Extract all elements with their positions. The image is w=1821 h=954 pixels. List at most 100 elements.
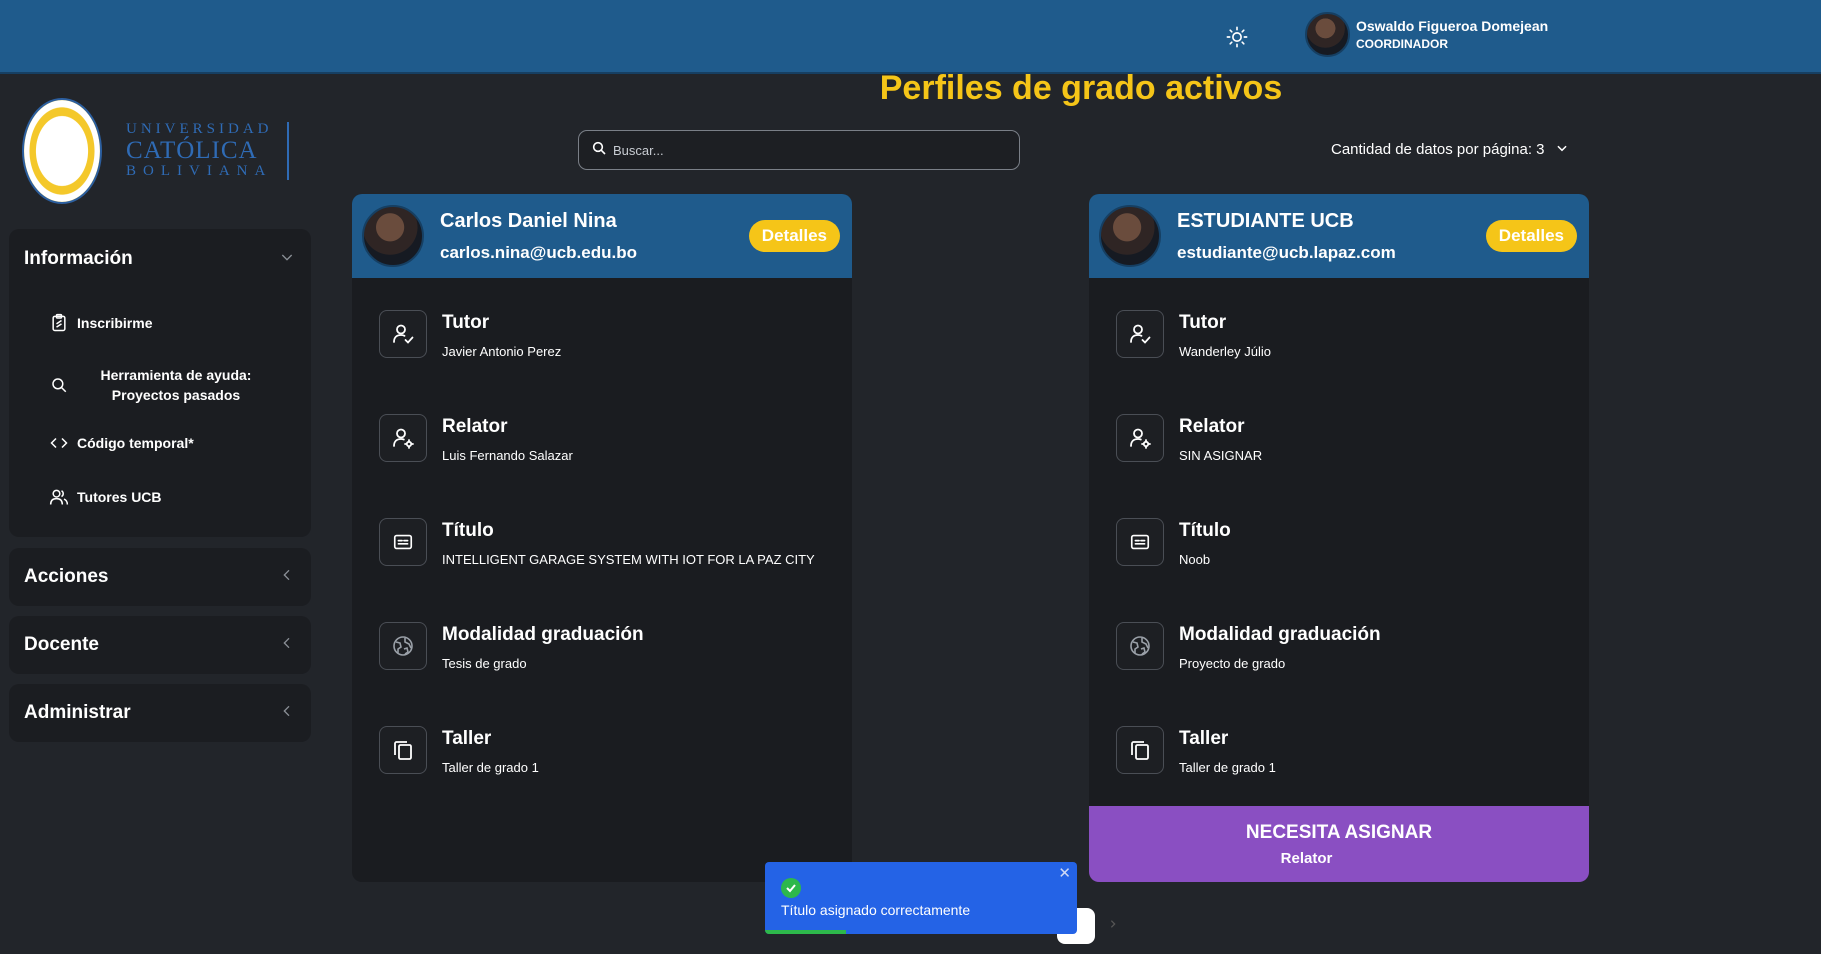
field-relator: Relator Luis Fernando Salazar (379, 414, 573, 463)
field-label: Modalidad graduación (1179, 624, 1381, 645)
title-card-icon (379, 518, 427, 566)
page-size-select[interactable]: Cantidad de datos por página: 3 (1331, 141, 1569, 158)
title-card-icon (1116, 518, 1164, 566)
field-value: Luis Fernando Salazar (442, 448, 573, 463)
chevron-left-icon (279, 635, 295, 656)
sidebar-item-tutores[interactable]: Tutores UCB (47, 485, 162, 509)
needs-assignment-subtitle: Relator (1280, 850, 1333, 867)
field-value: Tesis de grado (442, 656, 527, 671)
field-label: Taller (1179, 728, 1229, 749)
student-email: estudiante@ucb.lapaz.com (1177, 242, 1396, 262)
field-value: Wanderley Júlio (1179, 344, 1272, 359)
menu-informacion-label: Información (24, 248, 133, 269)
logo-line-1: UNIVERSIDAD (126, 121, 273, 138)
field-taller: Taller Taller de grado 1 (379, 726, 539, 775)
sidebar-item-inscribirme[interactable]: Inscribirme (47, 311, 152, 335)
field-modalidad: Modalidad graduación Proyecto de grado (1116, 622, 1381, 671)
field-value: Javier Antonio Perez (442, 344, 562, 359)
sidebar: UNIVERSIDAD CATÓLICA BOLIVIANA Informaci… (0, 76, 320, 954)
logo-line-3: BOLIVIANA (126, 163, 273, 180)
menu-administrar[interactable]: Administrar (9, 684, 311, 742)
chevron-down-icon (279, 249, 295, 270)
field-tutor: Tutor Javier Antonio Perez (379, 310, 561, 359)
toast-notification: Título asignado correctamente ✕ (765, 862, 1077, 934)
users-icon (47, 485, 71, 509)
copy-icon (1116, 726, 1164, 774)
field-label: Tutor (1179, 312, 1227, 333)
menu-informacion-toggle[interactable]: Información (9, 229, 311, 289)
top-bar: Oswaldo Figueroa Domejean COORDINADOR (0, 0, 1821, 74)
check-circle-icon (781, 878, 801, 898)
user-menu[interactable]: Oswaldo Figueroa Domejean COORDINADOR (1305, 12, 1548, 57)
field-value: Taller de grado 1 (1179, 760, 1276, 775)
field-taller: Taller Taller de grado 1 (1116, 726, 1276, 775)
menu-informacion: Información Inscribirme Herramienta de a… (9, 229, 311, 537)
menu-administrar-label: Administrar (24, 702, 131, 723)
profile-card: Carlos Daniel Nina carlos.nina@ucb.edu.b… (352, 194, 852, 882)
student-name: ESTUDIANTE UCB (1177, 209, 1354, 232)
field-titulo: Título Noob (1116, 518, 1231, 567)
field-label: Modalidad graduación (442, 624, 644, 645)
field-label: Relator (1179, 416, 1245, 437)
field-label: Título (1179, 520, 1231, 541)
card-header: Carlos Daniel Nina carlos.nina@ucb.edu.b… (352, 194, 852, 278)
chevron-left-icon (279, 703, 295, 724)
field-value: SIN ASIGNAR (1179, 448, 1263, 463)
field-label: Título (442, 520, 494, 541)
avatar (1305, 12, 1350, 57)
avatar (1099, 205, 1161, 267)
profile-card: ESTUDIANTE UCB estudiante@ucb.lapaz.com … (1089, 194, 1589, 882)
chevron-down-icon (1555, 141, 1569, 158)
sidebar-item-label: Tutores UCB (77, 489, 162, 505)
field-value: Taller de grado 1 (442, 760, 539, 775)
logo-line-2: CATÓLICA (126, 136, 258, 164)
page-size-label: Cantidad de datos por página: 3 (1331, 141, 1545, 158)
sidebar-item-codigo-temporal[interactable]: Código temporal* (47, 431, 194, 455)
card-header: ESTUDIANTE UCB estudiante@ucb.lapaz.com … (1089, 194, 1589, 278)
field-value: INTELLIGENT GARAGE SYSTEM WITH IOT FOR L… (442, 552, 815, 567)
field-label: Relator (442, 416, 508, 437)
user-check-icon (1116, 310, 1164, 358)
user-role: COORDINADOR (1356, 37, 1448, 51)
user-name: Oswaldo Figueroa Domejean (1356, 18, 1549, 34)
search-box (578, 130, 1020, 170)
sidebar-item-label: Código temporal* (77, 435, 194, 451)
field-titulo: Título INTELLIGENT GARAGE SYSTEM WITH IO… (379, 518, 815, 567)
chevron-left-icon (279, 567, 295, 588)
university-seal (22, 98, 102, 204)
student-name: Carlos Daniel Nina (440, 209, 617, 232)
sun-icon[interactable] (1222, 22, 1252, 52)
sidebar-item-label: Herramienta de ayuda: Proyectos pasados (100, 367, 252, 403)
details-button[interactable]: Detalles (1485, 220, 1577, 252)
sidebar-item-herramienta[interactable]: Herramienta de ayuda: Proyectos pasados (47, 365, 261, 405)
menu-docente[interactable]: Docente (9, 616, 311, 674)
needs-assignment-title: NECESITA ASIGNAR (1245, 822, 1433, 843)
user-gear-icon (1116, 414, 1164, 462)
field-label: Taller (442, 728, 492, 749)
field-relator: Relator SIN ASIGNAR (1116, 414, 1262, 463)
close-icon[interactable]: ✕ (1058, 864, 1071, 882)
search-icon (591, 140, 607, 161)
chevron-right-icon[interactable] (1108, 917, 1118, 933)
details-button[interactable]: Detalles (748, 220, 840, 252)
user-check-icon (379, 310, 427, 358)
field-label: Tutor (442, 312, 490, 333)
search-input[interactable] (613, 142, 993, 158)
globe-icon (379, 622, 427, 670)
globe-icon (1116, 622, 1164, 670)
user-gear-icon (379, 414, 427, 462)
menu-docente-label: Docente (24, 634, 99, 655)
menu-acciones[interactable]: Acciones (9, 548, 311, 606)
copy-icon (379, 726, 427, 774)
toast-progress-bar (765, 930, 847, 934)
sidebar-item-label: Inscribirme (77, 315, 153, 331)
avatar (362, 205, 424, 267)
page-title: Perfiles de grado activos (879, 69, 1283, 107)
field-tutor: Tutor Wanderley Júlio (1116, 310, 1271, 359)
student-email: carlos.nina@ucb.edu.bo (440, 242, 637, 262)
university-logo: UNIVERSIDAD CATÓLICA BOLIVIANA (22, 98, 289, 204)
toast-message: Título asignado correctamente (781, 902, 971, 918)
field-modalidad: Modalidad graduación Tesis de grado (379, 622, 644, 671)
field-value: Noob (1179, 552, 1211, 567)
field-value: Proyecto de grado (1179, 656, 1286, 671)
